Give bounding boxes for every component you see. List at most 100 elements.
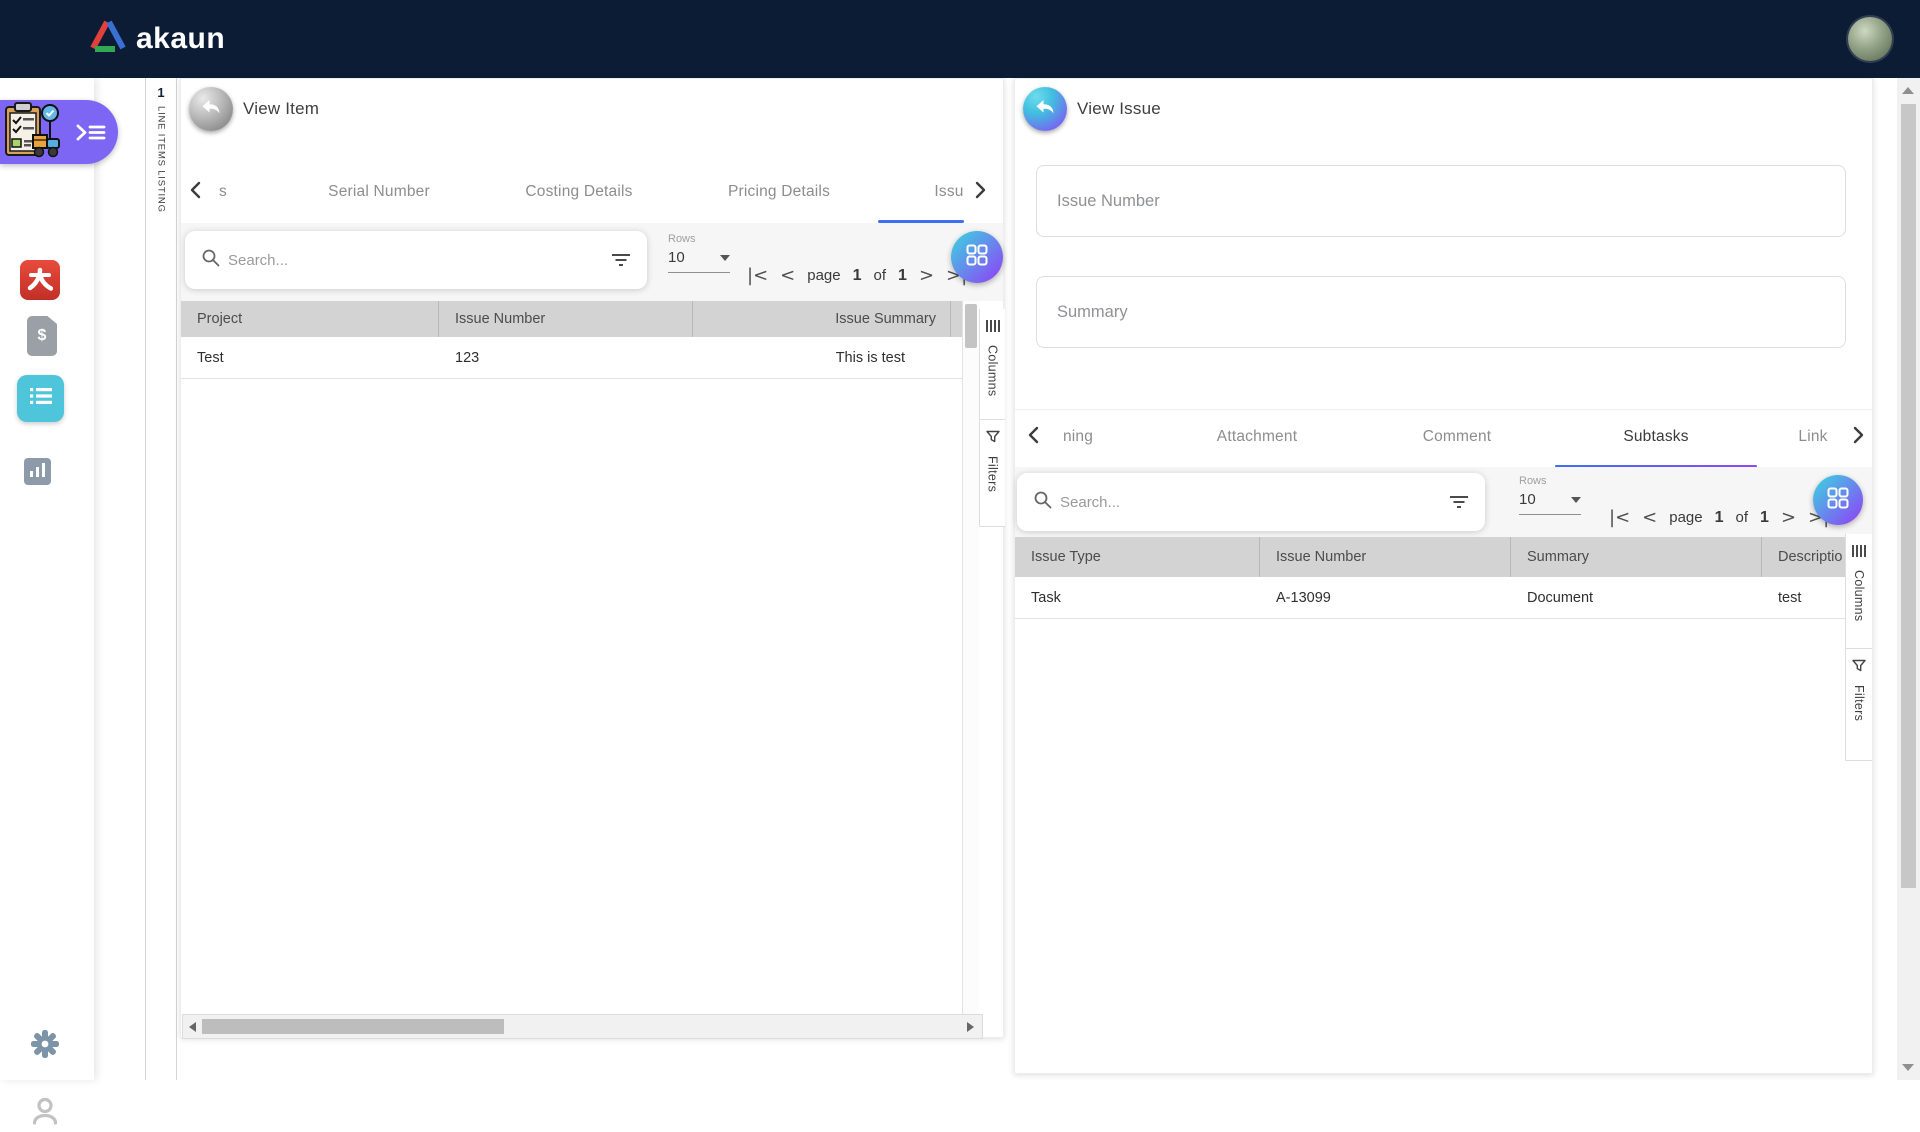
issue-number-field[interactable]: Issue Number [1036,165,1846,237]
tab-serial-number[interactable]: Serial Number [328,183,430,201]
issues-table-header: Project Issue Number Issue Summary [181,301,979,337]
pagination: |< < page 1 of 1 > >| [747,265,967,286]
of-word: of [873,267,887,284]
table-side-tabs: Columns Filters [1845,534,1872,761]
tab-attachment[interactable]: Attachment [1217,428,1297,446]
table-vertical-scrollbar[interactable] [962,301,979,1014]
sidebar-profile-button[interactable] [28,1096,62,1130]
sidebar-listing-button-active[interactable] [17,375,64,422]
view-item-back-button[interactable] [189,87,233,131]
user-avatar[interactable] [1848,17,1892,61]
akaun-logo: akaun [88,18,225,59]
filters-tab-label: Filters [985,456,1000,493]
next-page-button[interactable]: > [919,265,934,286]
scroll-down-arrow-icon[interactable] [1902,1064,1914,1071]
line-items-tab-label: LINE ITEMS LISTING [155,106,167,213]
tab-partial-left[interactable]: ning [1063,428,1093,446]
column-header: Issue Type [1015,537,1260,577]
scrollbar-thumb[interactable] [202,1019,504,1034]
expand-menu-icon [76,123,106,147]
line-items-count-badge: 1 [157,85,165,100]
rows-value: 10 [1519,491,1536,508]
filters-side-tab[interactable]: Filters [980,419,1005,527]
logo-text: akaun [136,21,226,55]
scroll-left-arrow-icon[interactable] [189,1022,196,1032]
table-cell: test [1778,589,1802,606]
column-header: Issue Number [1260,537,1511,577]
rows-per-page-select[interactable]: Rows 10 [668,233,730,273]
scroll-up-arrow-icon[interactable] [1902,87,1914,94]
page-number: 1 [852,266,862,284]
gear-icon [29,1028,61,1065]
sidebar-billing-button[interactable]: $ [27,316,57,356]
tabs-scroll-left-icon[interactable] [189,181,205,201]
columns-side-tab[interactable]: Columns [980,309,1005,419]
cjk-character-icon [27,265,54,296]
tab-comment[interactable]: Comment [1423,428,1492,446]
scrollbar-thumb[interactable] [965,304,977,348]
column-header: Issue Summary [693,301,951,337]
filter-list-icon[interactable] [611,252,631,268]
akaun-logo-icon [88,18,128,59]
filters-side-tab[interactable]: Filters [1846,648,1872,760]
rows-per-page-select[interactable]: Rows 10 [1519,475,1581,515]
page-number: 1 [1714,508,1724,526]
sidebar-reports-button[interactable] [24,458,51,485]
window-vertical-scrollbar[interactable] [1897,78,1920,1080]
column-header: Summary [1511,537,1762,577]
sidebar-app-red-button[interactable] [20,260,60,300]
table-side-tabs: Columns Filters [979,309,1005,527]
table-cell: 123 [455,349,480,366]
chevron-down-icon [1571,496,1581,503]
tab-issues-active[interactable]: Issu [934,183,963,201]
columns-side-tab[interactable]: Columns [1846,534,1872,648]
summary-field[interactable]: Summary [1036,276,1846,348]
line-items-listing-vertical-tab[interactable]: 1 LINE ITEMS LISTING [145,78,177,1080]
pagination: |< < page 1 of 1 > >| [1609,507,1829,528]
back-arrow-icon [199,96,223,123]
scrollbar-thumb[interactable] [1901,104,1916,888]
tab-link[interactable]: Link [1798,428,1827,446]
filter-list-icon[interactable] [1449,494,1469,510]
summary-label: Summary [1057,302,1128,321]
view-item-title: View Item [243,99,320,118]
page-word: page [807,267,841,284]
scroll-right-arrow-icon[interactable] [967,1022,974,1032]
rows-label: Rows [1519,475,1547,487]
tab-partial-left[interactable]: s [219,183,227,201]
tab-costing-details[interactable]: Costing Details [525,183,632,201]
table-cell: Test [197,349,224,366]
column-header: Descriptio [1778,549,1843,565]
tab-subtasks-active[interactable]: Subtasks [1623,428,1688,446]
first-page-button[interactable]: |< [747,265,768,286]
search-input[interactable] [228,251,611,269]
view-issue-panel: View Issue Issue Number Summary ning Att… [1014,78,1873,1074]
columns-tab-label: Columns [1852,570,1866,622]
table-row[interactable]: Test 123 This is test [181,337,979,379]
view-issue-back-button[interactable] [1023,87,1067,131]
subtasks-search-box [1017,473,1485,531]
tabs-scroll-left-icon[interactable] [1027,426,1043,446]
tab-pricing-details[interactable]: Pricing Details [728,183,830,201]
sidebar-settings-button[interactable] [27,1028,63,1064]
inventory-clipboard-truck-icon [3,99,65,168]
grid-icon [1827,487,1849,514]
table-row[interactable]: Task A-13099 Document test [1015,577,1845,619]
tabs-scroll-right-icon[interactable] [973,181,989,201]
grid-view-button[interactable] [1813,475,1863,525]
tabs-scroll-right-icon[interactable] [1851,426,1867,446]
grid-icon [966,244,988,271]
grid-view-button[interactable] [951,231,1003,283]
first-page-button[interactable]: |< [1609,507,1630,528]
bar-chart-icon [28,460,47,484]
prev-page-button[interactable]: < [1642,507,1657,528]
columns-tab-label: Columns [985,345,1000,397]
search-input[interactable] [1060,493,1449,511]
next-page-button[interactable]: > [1781,507,1796,528]
prev-page-button[interactable]: < [780,265,795,286]
search-icon [201,248,220,272]
column-header: Project [181,301,439,337]
page-total: 1 [1760,508,1769,526]
table-horizontal-scrollbar[interactable] [182,1014,983,1039]
rows-label: Rows [668,233,696,245]
